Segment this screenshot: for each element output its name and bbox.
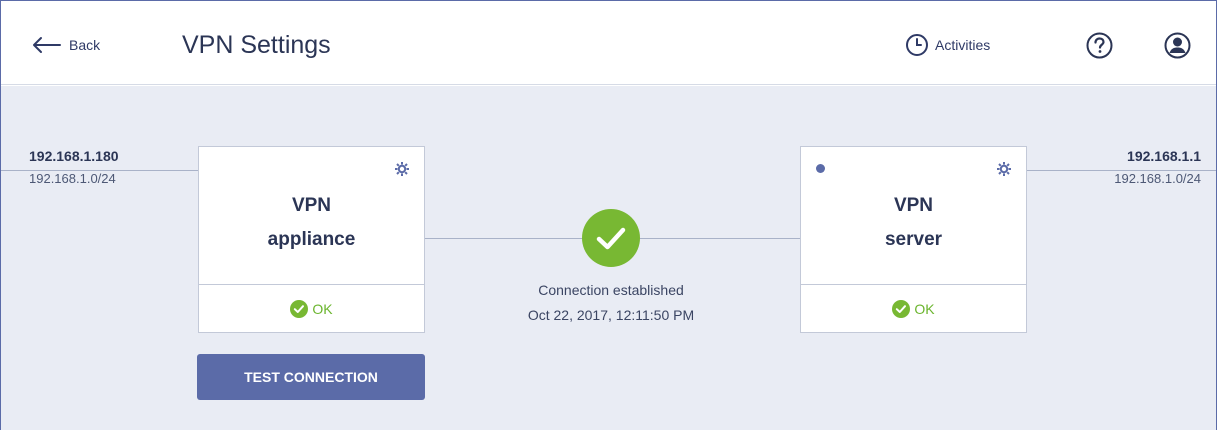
vpn-server-card: VPN server OK [800, 146, 1027, 333]
appliance-name: VPN appliance [199, 189, 424, 257]
server-status-text: OK [914, 300, 935, 317]
local-connector-line [1, 170, 198, 171]
arrow-left-icon [33, 37, 61, 53]
vpn-appliance-card: VPN appliance OK [198, 146, 425, 333]
back-button[interactable]: Back [31, 33, 100, 57]
server-status: OK [801, 284, 1026, 332]
local-network-info: 192.168.1.180 192.168.1.0/24 [29, 148, 119, 186]
vpn-diagram-area: 192.168.1.180 192.168.1.0/24 VPN applian… [1, 86, 1216, 430]
server-name-line2: server [884, 229, 943, 250]
appliance-name-line1: VPN [291, 195, 332, 216]
local-ip: 192.168.1.180 [29, 148, 119, 164]
activities-button[interactable]: Activities [905, 33, 990, 57]
appliance-status-text: OK [312, 300, 333, 317]
check-circle-icon [892, 299, 911, 318]
connection-status: Connection established [538, 282, 684, 298]
user-icon[interactable] [1164, 32, 1191, 59]
help-icon[interactable] [1086, 32, 1113, 59]
clock-icon [906, 34, 928, 56]
connection-timestamp: Oct 22, 2017, 12:11:50 PM [527, 307, 695, 323]
gear-icon[interactable] [996, 161, 1012, 177]
gear-icon[interactable] [394, 161, 410, 177]
activities-label: Activities [935, 37, 991, 53]
test-connection-button[interactable]: TEST CONNECTION [197, 354, 425, 400]
server-name-line1: VPN [893, 195, 934, 216]
remote-network-info: 192.168.1.1 192.168.1.0/24 [1114, 148, 1201, 186]
status-dot-icon [816, 164, 825, 173]
check-circle-icon [290, 299, 309, 318]
appliance-name-line2: appliance [267, 229, 356, 250]
back-label: Back [69, 37, 101, 53]
connection-check-icon [582, 209, 640, 267]
local-subnet: 192.168.1.0/24 [29, 171, 116, 186]
remote-subnet: 192.168.1.0/24 [1114, 171, 1201, 186]
appliance-status: OK [199, 284, 424, 332]
top-bar: Back VPN Settings Activities [1, 1, 1216, 85]
server-name: VPN server [801, 189, 1026, 257]
tunnel-line-left [425, 238, 583, 239]
remote-ip: 192.168.1.1 [1127, 148, 1201, 164]
tunnel-line-right [639, 238, 800, 239]
page-title: VPN Settings [182, 31, 331, 59]
